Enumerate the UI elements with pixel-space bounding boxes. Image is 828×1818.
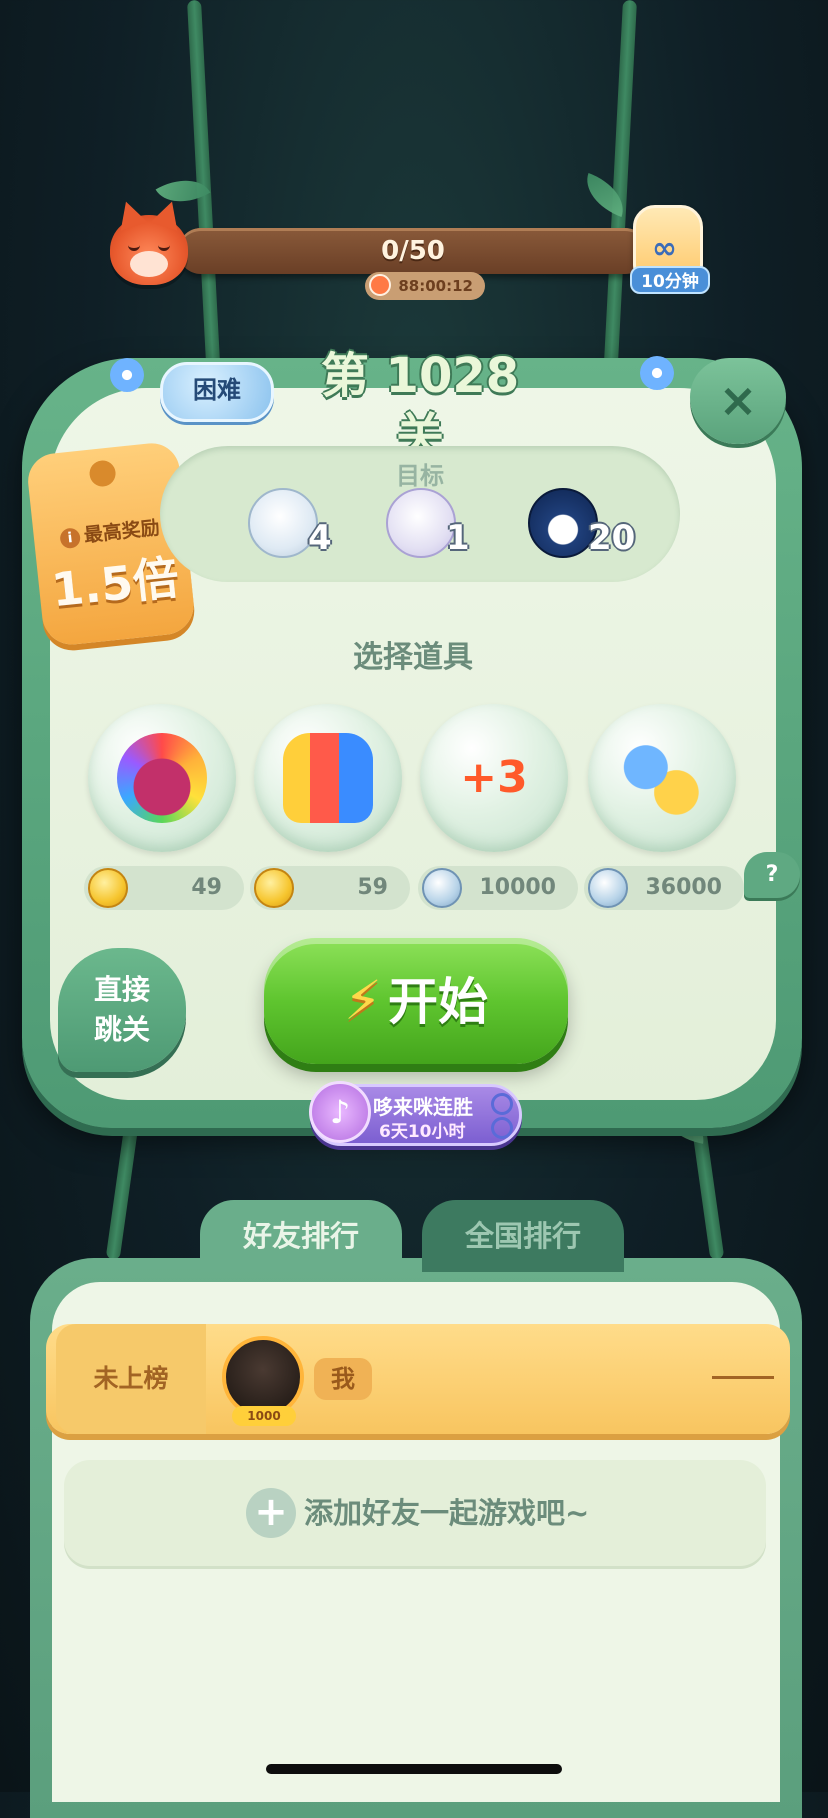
price-value: 10000 xyxy=(479,875,556,900)
fox-avatar-icon xyxy=(110,197,188,285)
start-label: 开始 xyxy=(387,973,488,1031)
price-rockets: 59 xyxy=(250,866,410,910)
goal-polar-bear: 4 xyxy=(248,488,358,568)
vine-bottom-left xyxy=(105,1109,141,1261)
price-value: 49 xyxy=(191,875,222,900)
rainbow-owl-icon xyxy=(117,733,207,823)
goal-count: 1 xyxy=(446,518,470,558)
tab-friends-ranking[interactable]: 好友排行 xyxy=(200,1200,402,1272)
skip-label-line1: 直接 xyxy=(93,973,150,1006)
price-value: 59 xyxy=(357,875,388,900)
prop-swap[interactable] xyxy=(588,704,736,852)
goal-count: 4 xyxy=(308,518,332,558)
goal-title: 目标 xyxy=(396,462,444,490)
goal-penguin: 20 xyxy=(528,488,638,568)
price-rainbow-owl: 49 xyxy=(84,866,244,910)
plus-three-moves-icon: +3 xyxy=(460,752,528,803)
player-name-badge: 我 xyxy=(314,1358,372,1400)
flower-decoration-icon xyxy=(640,356,674,390)
flower-decoration-icon xyxy=(110,358,144,392)
prop-rockets[interactable] xyxy=(254,704,402,852)
help-button[interactable]: ? xyxy=(744,852,800,898)
music-note-icon: ♪ xyxy=(309,1081,371,1143)
close-icon: × xyxy=(718,373,758,427)
avatar-level-badge: 1000 xyxy=(232,1406,296,1426)
info-icon: i xyxy=(59,527,82,550)
score-placeholder xyxy=(712,1376,774,1379)
skip-level-button[interactable]: 直接 跳关 xyxy=(58,948,186,1072)
timer: 88:00:12 xyxy=(365,272,485,300)
lightning-icon: ⚡ xyxy=(344,969,382,1032)
avatar[interactable]: 1000 xyxy=(222,1336,304,1426)
booster-duration-label: 10分钟 xyxy=(630,266,710,294)
add-friends-label: 添加好友一起游戏吧~ xyxy=(304,1496,590,1530)
silver-coin-icon xyxy=(588,868,628,908)
price-swap: 36000 xyxy=(584,866,744,910)
ring-icon xyxy=(491,1093,513,1115)
progress-bar: 0/50 xyxy=(178,228,648,274)
price-value: 36000 xyxy=(645,875,722,900)
reward-multiplier: 1.5倍 xyxy=(48,550,182,618)
plus-icon: + xyxy=(246,1488,296,1538)
level-title: 第 1028 关 xyxy=(320,348,520,464)
infinity-icon: ∞ xyxy=(652,231,677,266)
timer-text: 88:00:12 xyxy=(398,277,473,295)
difficulty-badge: 困难 xyxy=(160,362,274,422)
goal-seal: 1 xyxy=(386,488,496,568)
win-streak-badge[interactable]: ♪ 哆来咪连胜 6天10小时 xyxy=(309,1081,522,1146)
streak-time: 6天10小时 xyxy=(379,1122,466,1142)
start-button[interactable]: ⚡ 开始 xyxy=(264,938,568,1064)
progress-text: 0/50 xyxy=(381,236,445,266)
silver-coin-icon xyxy=(422,868,462,908)
clock-icon xyxy=(369,274,391,296)
streak-title: 哆来咪连胜 xyxy=(373,1095,473,1119)
home-indicator[interactable] xyxy=(266,1764,562,1774)
skip-label-line2: 跳关 xyxy=(93,1013,150,1046)
reward-label: 最高奖励 xyxy=(82,516,161,547)
goal-count: 20 xyxy=(588,518,636,558)
question-icon: ? xyxy=(765,862,779,887)
gold-coin-icon xyxy=(254,868,294,908)
price-plus-three: 10000 xyxy=(418,866,578,910)
rockets-icon xyxy=(283,733,373,823)
tab-national-ranking[interactable]: 全国排行 xyxy=(422,1200,624,1272)
rank-status: 未上榜 xyxy=(56,1324,206,1434)
gold-coin-icon xyxy=(88,868,128,908)
prop-plus-three[interactable]: +3 xyxy=(420,704,568,852)
ring-icon xyxy=(491,1117,513,1139)
add-friends-button[interactable]: + 添加好友一起游戏吧~ xyxy=(64,1460,766,1566)
prop-rainbow-owl[interactable] xyxy=(88,704,236,852)
my-ranking-row: 未上榜 1000 我 xyxy=(46,1324,790,1434)
swap-animals-icon xyxy=(617,733,707,823)
select-props-title: 选择道具 xyxy=(353,640,473,675)
